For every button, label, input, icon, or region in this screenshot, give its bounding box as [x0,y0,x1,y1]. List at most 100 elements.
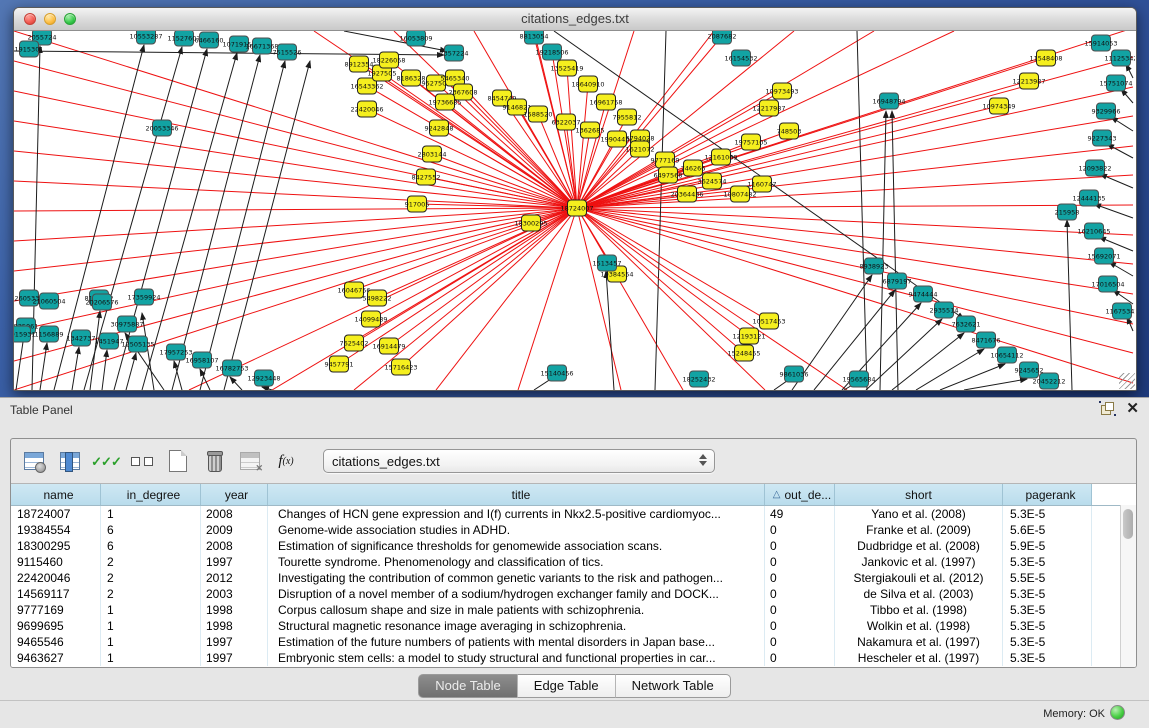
table-row[interactable]: 946362711997Embryonic stem cells: a mode… [11,650,1136,666]
column-header-in-degree[interactable]: in_degree [101,484,201,505]
graph-node[interactable]: 12213987 [1012,73,1045,89]
graph-node[interactable]: 6879197 [883,273,912,289]
table-row[interactable]: 911546021997Tourette syndrome. Phenomeno… [11,554,1136,570]
svg-text:18226058: 18226058 [372,57,405,65]
network-view-window[interactable]: citations_edges.txt 18724007183002951938… [13,7,1137,391]
graph-node[interactable]: 16948794 [872,93,905,109]
column-header-out-de-[interactable]: △out_de... [765,484,835,505]
tab-network-table[interactable]: Network Table [616,674,731,698]
svg-text:17016504: 17016504 [1091,281,1124,289]
table-row[interactable]: 1872400712008Changes of HCN gene express… [11,506,1136,522]
graph-node[interactable]: 9861036 [780,366,809,382]
graph-node[interactable]: 17359924 [127,289,160,305]
column-header-name[interactable]: name [11,484,101,505]
graph-edge [114,49,207,390]
delete-columns-icon[interactable] [201,448,227,474]
graph-node[interactable]: 1156889 [35,326,64,342]
graph-node[interactable]: 16782753 [215,360,248,376]
column-header-short[interactable]: short [835,484,1003,505]
graph-node[interactable]: 18252432 [682,371,715,387]
graph-node[interactable]: 9457791 [325,356,354,372]
graph-node[interactable]: 1342737 [67,330,96,346]
graph-node[interactable]: 7632621 [952,316,981,332]
graph-node[interactable]: 15692071 [1087,248,1120,264]
graph-node[interactable]: 12444135 [1072,190,1105,206]
table-row[interactable]: 946554611997Estimation of the future num… [11,634,1136,650]
network-canvas[interactable]: 1872400718300295193845549170058427552280… [14,31,1136,390]
svg-text:8427552: 8427552 [412,174,441,182]
svg-text:10974349: 10974349 [982,103,1015,111]
table-row[interactable]: 1830029562008Estimation of significance … [11,538,1136,554]
row-options-icon[interactable] [129,448,155,474]
column-header-pagerank[interactable]: pagerank [1003,484,1092,505]
show-columns-icon[interactable] [57,448,83,474]
window-titlebar[interactable]: citations_edges.txt [14,8,1136,31]
graph-node[interactable]: 8471676 [972,332,1001,348]
new-column-icon[interactable] [165,448,191,474]
network-table-selector[interactable]: citations_edges.txt [323,449,715,473]
graph-node[interactable]: 12923448 [247,370,280,386]
graph-node[interactable]: 12093822 [1078,160,1111,176]
graph-node[interactable]: 16053809 [399,31,432,46]
table-cell: Yano et al. (2008) [835,506,1003,522]
table-row[interactable]: 1456911722003Disruption of a novel membe… [11,586,1136,602]
graph-node[interactable]: 10973493 [765,83,798,99]
graph-node[interactable]: 16154532 [724,50,757,66]
table-mode-icon[interactable] [21,448,47,474]
graph-node[interactable]: 9329966 [1092,103,1121,119]
table-row[interactable]: 977716911998Corpus callosum shape and si… [11,602,1136,618]
graph-node[interactable]: 8813054 [520,31,549,44]
tab-edge-table[interactable]: Edge Table [518,674,616,698]
graph-node[interactable]: 7955812 [613,109,642,125]
resize-grip-icon[interactable] [1119,373,1135,389]
graph-node[interactable]: 18640910 [571,76,604,92]
graph-node[interactable]: 746266 [681,160,706,176]
graph-node[interactable]: 10654112 [990,347,1023,363]
table-cell: 1997 [201,650,268,666]
svg-text:19565684: 19565684 [842,376,875,384]
select-all-icon[interactable]: ✓✓✓ [93,448,119,474]
svg-text:19384554: 19384554 [600,271,633,279]
svg-text:16053809: 16053809 [399,35,432,43]
function-builder-icon[interactable]: f(x) [273,448,299,474]
table-cell: Genome-wide association studies in ADHD. [268,522,765,538]
graph-node[interactable]: 2935514 [930,302,959,318]
graph-node[interactable]: 7357224 [440,45,469,61]
graph-node[interactable]: 917005 [405,196,430,212]
close-icon[interactable]: ✕ [1126,402,1139,415]
graph-node[interactable]: 9474444 [909,286,938,302]
graph-node[interactable]: 215958 [1055,204,1080,220]
graph-node[interactable]: 748503 [777,123,802,139]
network-graph[interactable]: 1872400718300295193845549170058427552280… [14,31,1135,390]
graph-node[interactable]: 9227343 [1088,130,1117,146]
vertical-scrollbar[interactable] [1120,505,1136,667]
network-desktop: citations_edges.txt 18724007183002951938… [0,0,1149,397]
graph-node[interactable]: 15140456 [540,365,573,381]
graph-node[interactable]: 15914053 [1084,35,1117,51]
graph-node[interactable]: 16210645 [1077,223,1110,239]
scrollbar-thumb[interactable] [1123,509,1133,539]
graph-node[interactable]: 12193121 [732,328,765,344]
svg-text:6497568: 6497568 [654,172,683,180]
graph-node[interactable]: 16961758 [589,94,622,110]
table-row[interactable]: 969969511998Structural magnetic resonanc… [11,618,1136,634]
column-header-title[interactable]: title [268,484,765,505]
graph-node[interactable]: 30975887 [110,316,143,332]
table-cell: 2 [101,586,201,602]
memory-status-indicator[interactable] [1110,705,1125,720]
graph-node[interactable]: 11675342 [1105,303,1135,319]
graph-node[interactable]: 1451947 [95,333,124,349]
graph-node[interactable]: 10974349 [982,98,1015,114]
graph-node[interactable]: 2087682 [708,31,737,44]
column-header-year[interactable]: year [201,484,268,505]
table-row[interactable]: 1938455462009Genome-wide association stu… [11,522,1136,538]
table-cell: 2009 [201,522,268,538]
graph-node[interactable]: 10517453 [752,313,785,329]
graph-node[interactable]: 12505135 [121,336,154,352]
graph-node[interactable]: 17016504 [1091,276,1124,292]
graph-node[interactable]: 10553287 [129,31,162,44]
graph-node[interactable]: 20053346 [145,120,178,136]
tab-node-table[interactable]: Node Table [418,674,518,698]
table-row[interactable]: 2242004622012Investigating the contribut… [11,570,1136,586]
float-window-icon[interactable] [1101,402,1114,415]
